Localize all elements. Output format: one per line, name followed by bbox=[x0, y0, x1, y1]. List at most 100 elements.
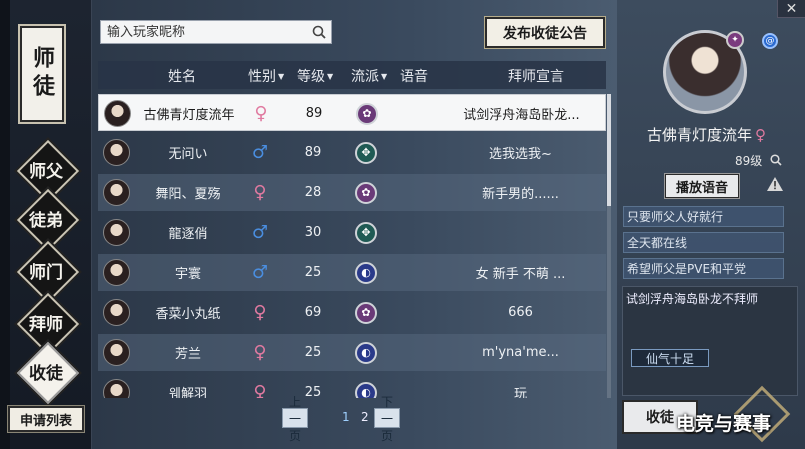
tab-apprentice-label: 徒弟 bbox=[29, 210, 63, 231]
female-icon: ♀ bbox=[755, 126, 767, 144]
sect-icon: ◐ bbox=[355, 381, 377, 398]
sect-icon: ✥ bbox=[355, 221, 377, 244]
profile-tag: 只要师父人好就行 bbox=[623, 206, 784, 227]
profile-intro-text: 试剑浮舟海岛卧龙不拜师 bbox=[626, 292, 759, 306]
search-icon[interactable] bbox=[307, 21, 331, 43]
report-warning-icon[interactable] bbox=[766, 176, 784, 196]
player-avatar bbox=[103, 339, 130, 366]
player-declaration: 试剑浮舟海岛卧龙... bbox=[463, 108, 580, 123]
sect-icon: ✿ bbox=[355, 181, 377, 204]
player-declaration: m'yna'me... bbox=[482, 345, 559, 360]
sect-badge-icon: ✦ bbox=[726, 31, 744, 49]
header-sect-label: 流派 bbox=[351, 69, 379, 85]
table-row[interactable]: 龍逐俏 ♂ 30 ✥ bbox=[98, 214, 606, 251]
sect-cell: ◐ bbox=[355, 374, 381, 398]
player-avatar bbox=[104, 100, 131, 127]
player-declaration: 女 新手 不萌 ... bbox=[475, 267, 566, 282]
left-edge-decoration bbox=[0, 0, 10, 449]
sort-caret-icon: ▼ bbox=[327, 72, 334, 81]
sect-cell: ✿ bbox=[355, 294, 381, 331]
play-voice-button[interactable]: 播放语音 bbox=[664, 173, 740, 199]
sort-caret-icon: ▼ bbox=[278, 72, 285, 81]
left-nav: 师徒 师父 徒弟 师门 拜师 收徒 申请列表 bbox=[0, 0, 92, 449]
prev-page-button[interactable]: 上一页 bbox=[282, 395, 309, 443]
watermark: 电竞与赛事 bbox=[676, 413, 772, 435]
sect-cell: ✿ bbox=[355, 174, 381, 211]
table-row[interactable]: 无问い ♂ 89 ✥ 选我选我~ bbox=[98, 134, 606, 171]
female-icon: ♀ bbox=[253, 382, 267, 398]
male-icon: ♂ bbox=[251, 262, 269, 283]
profile-tag: 全天都在线 bbox=[623, 232, 784, 253]
profile-intro-tag: 仙气十足 bbox=[631, 349, 709, 367]
table-row[interactable]: 宇寰 ♂ 25 ◐ 女 新手 不萌 ... bbox=[98, 254, 606, 291]
publish-recruit-notice-button[interactable]: 发布收徒公告 bbox=[484, 16, 606, 49]
sect-icon: ✿ bbox=[355, 301, 377, 324]
player-avatar bbox=[103, 379, 130, 398]
player-declaration: 选我选我~ bbox=[489, 147, 552, 162]
header-level-sort[interactable]: 等级 ▼ bbox=[297, 66, 333, 86]
header-level-label: 等级 bbox=[297, 69, 325, 85]
tab-seek-master-label: 拜师 bbox=[29, 314, 63, 335]
next-page-button[interactable]: 下一页 bbox=[374, 395, 401, 443]
tab-school-label: 师门 bbox=[29, 262, 63, 283]
table-row[interactable]: 香菜小丸纸 ♀ 69 ✿ 666 bbox=[98, 294, 606, 331]
table-row[interactable]: 舞阳、夏殇 ♀ 28 ✿ 新手男的...... bbox=[98, 174, 606, 211]
close-icon[interactable]: ✕ bbox=[777, 0, 805, 18]
profile-panel: ✕ ✦ @ 古佛青灯度流年 ♀ 89级 播放语音 只要师父人好就行 全天都在线 希… bbox=[617, 0, 805, 449]
header-declaration: 拜师宣言 bbox=[508, 69, 564, 85]
swirl-icon[interactable]: @ bbox=[762, 33, 778, 49]
header-gender-sort[interactable]: 性别 ▼ bbox=[248, 66, 284, 86]
player-name: 无问い bbox=[168, 147, 208, 162]
player-name: 龍逐俏 bbox=[168, 227, 208, 242]
female-icon: ♀ bbox=[253, 182, 267, 203]
profile-name: 古佛青灯度流年 bbox=[647, 126, 753, 144]
player-declaration: 玩 bbox=[513, 387, 527, 398]
profile-name-line: 古佛青灯度流年 ♀ bbox=[647, 124, 766, 145]
player-name: 舞阳、夏殇 bbox=[155, 187, 221, 202]
sect-cell: ✥ bbox=[355, 214, 381, 251]
tab-recruit[interactable]: 收徒 bbox=[17, 342, 75, 400]
player-name: 宇寰 bbox=[174, 267, 201, 282]
sort-caret-icon: ▼ bbox=[381, 72, 388, 81]
player-avatar bbox=[103, 139, 130, 166]
magnify-icon[interactable] bbox=[770, 151, 782, 170]
table-row[interactable]: 芳兰 ♀ 25 ◐ m'yna'me... bbox=[98, 334, 606, 371]
page-2[interactable]: 2 bbox=[361, 410, 369, 424]
sect-icon: ◐ bbox=[355, 341, 377, 364]
table-row[interactable]: 웨解羽 ♀ 25 ◐ 玩 bbox=[98, 374, 606, 398]
header-sect-sort[interactable]: 流派 ▼ bbox=[351, 66, 387, 86]
player-avatar bbox=[103, 219, 130, 246]
tab-recruit-label: 收徒 bbox=[29, 363, 63, 384]
table-row[interactable]: 古佛青灯度流年 ♀ 89 ✿ 试剑浮舟海岛卧龙... bbox=[98, 94, 606, 131]
scrollbar-thumb[interactable] bbox=[607, 94, 611, 206]
profile-intro-box: 试剑浮舟海岛卧龙不拜师 仙气十足 bbox=[622, 286, 798, 396]
table-header: 姓名 性别 ▼ 等级 ▼ 流派 ▼ 语音 拜师宣言 bbox=[98, 61, 606, 89]
header-gender-label: 性别 bbox=[248, 69, 276, 85]
sect-cell: ◐ bbox=[355, 334, 381, 371]
player-name: 古佛青灯度流年 bbox=[143, 108, 235, 123]
player-name: 香菜小丸纸 bbox=[155, 307, 221, 322]
player-name: 芳兰 bbox=[174, 347, 201, 362]
page-1[interactable]: 1 bbox=[342, 410, 350, 424]
player-level: 30 bbox=[304, 225, 322, 240]
player-declaration: 新手男的...... bbox=[482, 187, 559, 202]
player-level: 28 bbox=[304, 185, 322, 200]
header-name: 姓名 bbox=[168, 69, 196, 85]
male-icon: ♂ bbox=[251, 222, 269, 243]
tab-apprentice[interactable]: 徒弟 bbox=[17, 189, 75, 247]
profile-tag: 希望师父是PVE和平党 bbox=[623, 258, 784, 279]
search-input[interactable] bbox=[101, 21, 307, 43]
window-title: 师徒 bbox=[18, 24, 66, 124]
sect-cell: ◐ bbox=[355, 254, 381, 291]
main-panel: 发布收徒公告 姓名 性别▼ 等级▼ 流派▼ 语音 拜师宣言 古佛青灯度流年♀89… bbox=[92, 0, 617, 449]
apply-list-button[interactable]: 申请列表 bbox=[7, 405, 85, 433]
header-voice: 语音 bbox=[400, 69, 428, 85]
player-declaration bbox=[438, 214, 603, 251]
player-level: 25 bbox=[304, 385, 322, 398]
search-box bbox=[100, 20, 332, 44]
player-level: 89 bbox=[305, 106, 323, 121]
tab-school[interactable]: 师门 bbox=[17, 241, 75, 299]
female-icon: ♀ bbox=[253, 302, 267, 323]
player-avatar bbox=[103, 179, 130, 206]
sect-icon: ◐ bbox=[355, 261, 377, 284]
